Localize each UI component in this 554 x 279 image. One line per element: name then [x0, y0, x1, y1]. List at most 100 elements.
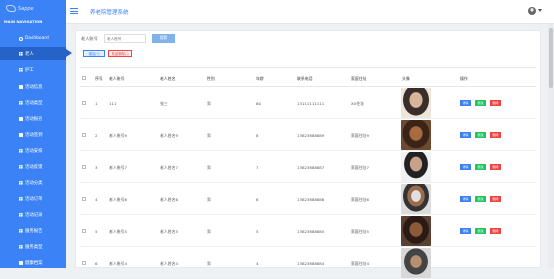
- column-header-address: 家庭住址: [351, 76, 367, 81]
- search-button[interactable]: 搜索: [152, 34, 175, 43]
- cell-account: 老人账号7: [109, 165, 128, 170]
- detail-button[interactable]: 详情: [460, 228, 471, 234]
- sidebar-item-service-report[interactable]: 服务报告: [0, 224, 66, 237]
- cell-phone: 13823888884: [297, 261, 325, 266]
- sidebar-item-label: 老人: [25, 51, 34, 57]
- batch-delete-button[interactable]: 批量删除(-): [108, 50, 132, 57]
- sidebar-item-label: 服务报告: [25, 228, 43, 234]
- clock-icon: [19, 36, 23, 41]
- cell-phone: 13823888886: [297, 197, 325, 202]
- avatar-image: [401, 216, 431, 246]
- column-header-phone: 联系电话: [297, 76, 313, 81]
- sidebar-item-dashboard[interactable]: Dashboard: [0, 32, 66, 45]
- avatar-image: [401, 184, 431, 214]
- grid-icon: [19, 164, 23, 169]
- column-header-account: 老人账号: [109, 76, 125, 81]
- sidebar-item-activity-checkin[interactable]: 活动签到: [0, 128, 66, 141]
- sidebar-item-activity-category[interactable]: 活动分类: [0, 176, 66, 189]
- sidebar-item-activity-type[interactable]: 活动类型: [0, 96, 66, 109]
- sidebar-item-activity-plan[interactable]: 活动安排: [0, 144, 66, 157]
- edit-button[interactable]: 修改: [475, 196, 486, 202]
- grid-icon: [19, 180, 23, 185]
- row-checkbox[interactable]: [82, 229, 86, 233]
- column-header-gender: 性别: [207, 76, 215, 81]
- edit-button[interactable]: 修改: [475, 132, 486, 138]
- cell-age: 7: [256, 165, 259, 170]
- cell-gender: 男: [207, 165, 211, 170]
- table-row: 6 老人账号4 老人姓名4 男 4 13823888884 家庭住址4: [80, 247, 536, 279]
- sidebar-item-label: 活动报名: [25, 116, 43, 122]
- cell-gender: 男: [207, 229, 211, 234]
- edit-button[interactable]: 修改: [475, 228, 486, 234]
- sidebar-item-activity-signup[interactable]: 活动报名: [0, 112, 66, 125]
- row-checkbox[interactable]: [82, 101, 86, 105]
- search-input[interactable]: [104, 34, 146, 43]
- sidebar-item-caregiver[interactable]: 护工: [0, 63, 66, 76]
- delete-button[interactable]: 删除: [490, 196, 501, 202]
- add-button[interactable]: 增加(+): [83, 50, 105, 57]
- cell-age: 60: [256, 101, 261, 106]
- sidebar-item-activity-order[interactable]: 活动订单: [0, 192, 66, 205]
- sidebar-item-label: 活动信息: [25, 84, 43, 90]
- cell-account: 老人账号6: [109, 197, 128, 202]
- scrollbar[interactable]: [548, 24, 554, 268]
- row-checkbox[interactable]: [82, 165, 86, 169]
- detail-button[interactable]: 详情: [460, 196, 471, 202]
- select-all-checkbox[interactable]: [82, 76, 86, 80]
- bag-icon: [19, 84, 23, 89]
- avatar-image: [401, 120, 431, 150]
- table-row: 5 老人账号5 老人姓名5 男 5 13823888885 家庭住址5 详情 修…: [80, 215, 536, 247]
- column-header-actions: 操作: [460, 76, 468, 81]
- sidebar-item-health-record[interactable]: 健康档案: [0, 256, 66, 269]
- sidebar-item-service-type[interactable]: 服务类型: [0, 240, 66, 253]
- cell-age: 4: [256, 261, 259, 266]
- detail-button[interactable]: 详情: [460, 164, 471, 170]
- user-avatar[interactable]: [528, 7, 536, 15]
- detail-button[interactable]: 详情: [460, 132, 471, 138]
- avatar-image: [401, 152, 431, 182]
- cell-no: 2: [95, 133, 98, 138]
- cell-name: 老人姓名9: [160, 133, 179, 138]
- edit-button[interactable]: 修改: [475, 100, 486, 106]
- brand-logo[interactable]: Sappe: [6, 5, 34, 12]
- scrollbar-thumb[interactable]: [549, 28, 553, 88]
- edit-button[interactable]: 修改: [475, 164, 486, 170]
- cell-no: 4: [95, 197, 98, 202]
- sidebar-item-elderly[interactable]: 老人: [0, 47, 72, 60]
- avatar-image: [401, 88, 431, 118]
- column-header-no: 序号: [95, 76, 103, 81]
- cell-no: 1: [95, 101, 98, 106]
- search-label: 老人账号: [81, 36, 98, 41]
- row-checkbox[interactable]: [82, 133, 86, 137]
- grid-icon: [19, 100, 23, 105]
- avatar-image: [401, 248, 431, 278]
- cell-name: 老人姓名7: [160, 165, 179, 170]
- chevron-down-icon[interactable]: [538, 9, 542, 12]
- cell-gender: 男: [207, 197, 211, 202]
- delete-button[interactable]: 删除: [490, 100, 501, 106]
- grid-icon: [19, 196, 23, 201]
- sidebar-item-label: 健康档案: [25, 260, 43, 266]
- cell-address: XX住址: [351, 101, 365, 106]
- row-checkbox[interactable]: [82, 261, 86, 265]
- table-row: 4 老人账号6 老人姓名6 男 6 13823888886 家庭住址6 详情 修…: [80, 183, 536, 215]
- table-row: 2 老人账号9 老人姓名9 男 8 13823888889 家庭住址9 详情 修…: [80, 119, 536, 151]
- menu-toggle-icon[interactable]: [70, 8, 78, 14]
- delete-button[interactable]: 删除: [490, 132, 501, 138]
- sidebar-item-activity-record[interactable]: 活动记录: [0, 208, 66, 221]
- cell-address: 家庭住址4: [351, 261, 370, 266]
- cell-age: 5: [256, 229, 259, 234]
- column-header-age: 年龄: [256, 76, 264, 81]
- detail-button[interactable]: 详情: [460, 100, 471, 106]
- cell-phone: 13823888885: [297, 229, 325, 234]
- column-header-avatar: 头像: [402, 76, 410, 81]
- delete-button[interactable]: 删除: [490, 164, 501, 170]
- row-checkbox[interactable]: [82, 197, 86, 201]
- delete-button[interactable]: 删除: [490, 228, 501, 234]
- sidebar-item-label: 活动分类: [25, 180, 43, 186]
- cell-phone: 13111111111: [297, 101, 325, 106]
- sidebar-item-activity-info[interactable]: 活动信息: [0, 80, 66, 93]
- logo-text: Sappe: [18, 5, 34, 12]
- sidebar-item-activity-feedback[interactable]: 活动反馈: [0, 160, 66, 173]
- sidebar-item-label: 护工: [25, 67, 34, 73]
